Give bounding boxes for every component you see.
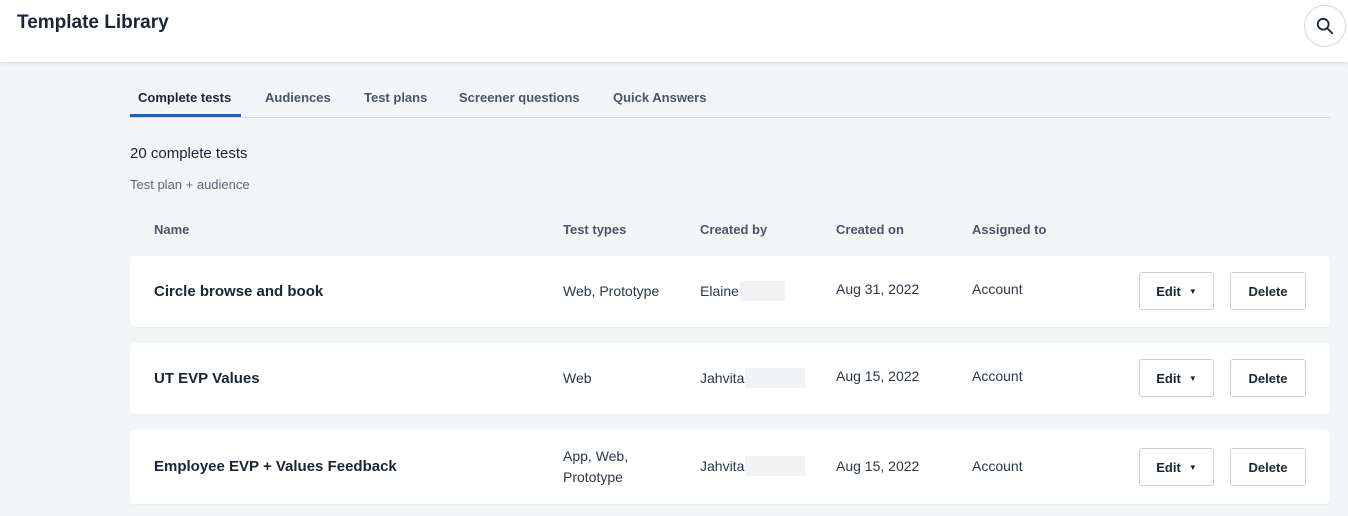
column-header-name: Name (154, 222, 190, 237)
delete-button[interactable]: Delete (1230, 448, 1306, 486)
template-name: Circle browse and book (154, 283, 324, 300)
table-row: Employee EVP + Values Feedback App, Web,… (130, 430, 1330, 504)
test-types: Web (563, 370, 592, 386)
assigned-to: Account (972, 368, 1023, 384)
created-on: Aug 15, 2022 (836, 368, 920, 384)
caret-down-icon: ▼ (1188, 462, 1197, 472)
creator-name: Elaine (700, 283, 739, 299)
creator-name: Jahvita (700, 458, 745, 474)
tab-bar: Complete tests Audiences Test plans Scre… (130, 80, 1330, 118)
created-on: Aug 31, 2022 (836, 281, 920, 297)
template-name: UT EVP Values (154, 370, 260, 387)
table-row: UT EVP Values Web Jahvita Aug 15, 2022 A… (130, 343, 1330, 414)
created-on: Aug 15, 2022 (836, 458, 920, 474)
tab-test-plans[interactable]: Test plans (364, 90, 427, 105)
test-types: Web, Prototype (563, 283, 660, 299)
edit-label: Edit (1156, 370, 1181, 386)
column-header-created-by: Created by (700, 222, 768, 237)
page-title: Template Library (17, 12, 169, 33)
results-subtitle: Test plan + audience (130, 177, 250, 192)
search-icon (1316, 17, 1334, 35)
delete-button[interactable]: Delete (1230, 272, 1306, 310)
creator-name: Jahvita (700, 370, 745, 386)
created-by: Jahvita (700, 368, 806, 388)
template-name: Employee EVP + Values Feedback (154, 458, 397, 475)
caret-down-icon: ▼ (1188, 286, 1197, 296)
created-by: Jahvita (700, 456, 806, 476)
redacted-name (745, 368, 806, 388)
test-types: App, Web, Prototype (563, 446, 628, 488)
column-header-created-on: Created on (836, 222, 904, 237)
search-button[interactable] (1304, 5, 1346, 47)
caret-down-icon: ▼ (1188, 373, 1197, 383)
edit-label: Edit (1156, 283, 1181, 299)
edit-label: Edit (1156, 459, 1181, 475)
assigned-to: Account (972, 458, 1023, 474)
edit-button[interactable]: Edit ▼ (1139, 272, 1214, 310)
top-bar: Template Library (0, 0, 1348, 62)
edit-button[interactable]: Edit ▼ (1139, 359, 1214, 397)
tab-screener-questions[interactable]: Screener questions (459, 90, 580, 105)
redacted-name (745, 456, 806, 476)
column-header-assigned-to: Assigned to (972, 222, 1047, 237)
table-row: Circle browse and book Web, Prototype El… (130, 256, 1330, 327)
assigned-to: Account (972, 281, 1023, 297)
test-types-line: Prototype (563, 469, 623, 485)
column-header-test-types: Test types (563, 222, 627, 237)
tab-quick-answers[interactable]: Quick Answers (613, 90, 706, 105)
active-tab-indicator (130, 114, 241, 117)
tab-audiences[interactable]: Audiences (265, 90, 331, 105)
edit-button[interactable]: Edit ▼ (1139, 448, 1214, 486)
redacted-name (739, 281, 785, 301)
results-count: 20 complete tests (130, 145, 248, 162)
created-by: Elaine (700, 281, 785, 301)
tab-complete-tests[interactable]: Complete tests (138, 90, 231, 105)
test-types-line: App, Web, (563, 448, 629, 464)
delete-button[interactable]: Delete (1230, 359, 1306, 397)
